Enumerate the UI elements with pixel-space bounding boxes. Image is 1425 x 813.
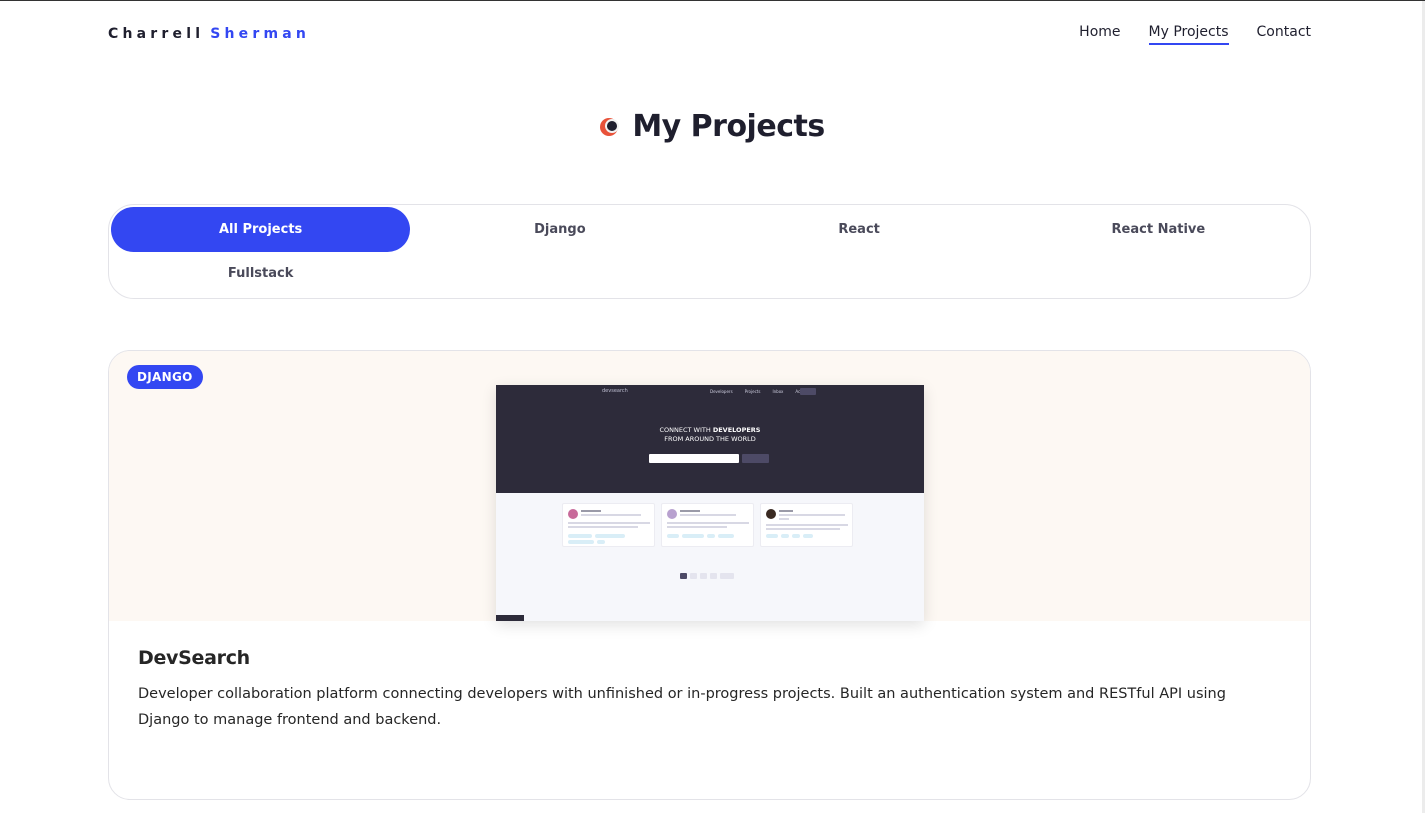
site-logo[interactable]: Charrell Sherman [108, 26, 310, 42]
logo-last-name: Sherman [210, 26, 311, 42]
screenshot-hero: devsearch DevelopersProjectsInboxAccount… [496, 385, 924, 493]
screenshot-pagination [680, 573, 734, 579]
screenshot-links: DevelopersProjectsInboxAccount [710, 389, 812, 394]
screenshot-dev-card [661, 503, 754, 547]
page-title: My Projects [632, 109, 825, 144]
nav-my-projects-link[interactable]: My Projects [1148, 24, 1229, 45]
screenshot-developer-cards [562, 503, 853, 547]
project-filter-tabs: All Projects Django React React Native F… [108, 204, 1311, 299]
screenshot-search-button [742, 454, 769, 463]
screenshot-nav: devsearch DevelopersProjectsInboxAccount [496, 388, 924, 398]
screenshot-corner-label [496, 615, 524, 621]
project-card-body: DevSearch Developer collaboration platfo… [109, 621, 1310, 759]
screenshot-dev-card [562, 503, 655, 547]
screenshot-brand: devsearch [602, 388, 628, 394]
project-title[interactable]: DevSearch [138, 647, 1281, 669]
project-media: DJANGO devsearch Developers Projects Inbox… [109, 351, 1310, 621]
filter-react-native[interactable]: React Native [1009, 207, 1308, 252]
filter-all-projects[interactable]: All Projects [111, 207, 411, 252]
page-title-section: My Projects [0, 109, 1425, 144]
filter-react[interactable]: React [710, 207, 1009, 252]
screenshot-signup-button [800, 388, 816, 395]
filter-fullstack[interactable]: Fullstack [111, 250, 410, 297]
filter-django[interactable]: Django [410, 207, 709, 252]
project-card[interactable]: DJANGO devsearch Developers Projects Inbox… [108, 350, 1311, 800]
circle-logo-icon [600, 117, 620, 137]
screenshot-dev-card [760, 503, 853, 547]
project-description: Developer collaboration platform connect… [138, 686, 1226, 728]
site-header: Charrell Sherman Home My Projects Contact [108, 19, 1311, 49]
main-nav: Home My Projects Contact [1079, 24, 1311, 45]
screenshot-headline: CONNECT WITH DEVELOPERS FROM AROUND THE … [659, 426, 761, 443]
screenshot-search-input [649, 454, 739, 463]
nav-contact-link[interactable]: Contact [1257, 24, 1311, 45]
project-category-badge: DJANGO [127, 365, 203, 389]
nav-home-link[interactable]: Home [1079, 24, 1120, 45]
project-screenshot[interactable]: devsearch DevelopersProjectsInboxAccount… [496, 385, 924, 621]
logo-first-name: Charrell [108, 26, 205, 42]
